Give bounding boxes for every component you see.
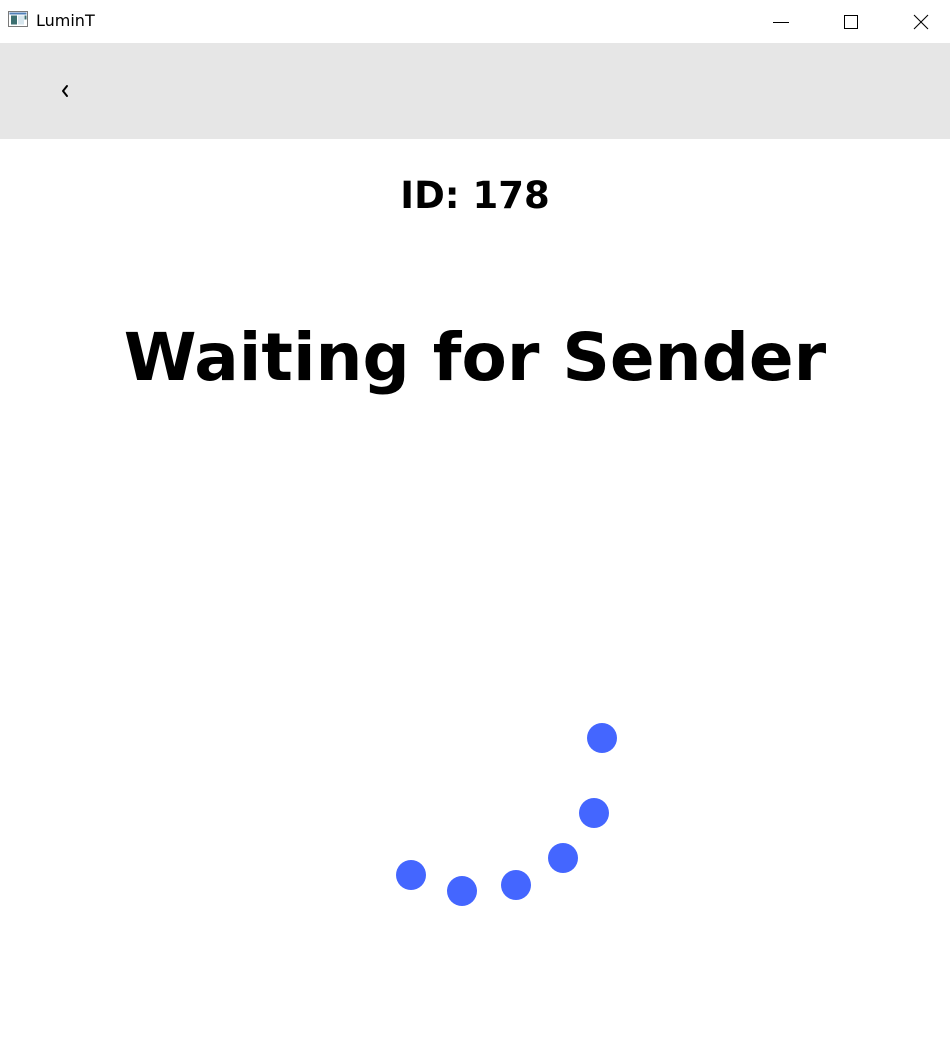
- back-button[interactable]: [50, 73, 80, 109]
- spinner-dot: [447, 876, 477, 906]
- session-id-label: ID: 178: [400, 174, 550, 217]
- spinner-dot: [396, 860, 426, 890]
- chevron-left-icon: [62, 85, 68, 97]
- app-window-icon: [8, 11, 28, 27]
- spinner-dot: [548, 843, 578, 873]
- loading-spinner-icon: [0, 0, 950, 1063]
- minimize-button[interactable]: [758, 0, 804, 43]
- spinner-dot: [587, 723, 617, 753]
- close-icon: [913, 14, 929, 29]
- close-button[interactable]: [898, 0, 944, 43]
- title-bar: LuminT: [0, 0, 950, 43]
- window-title: LuminT: [36, 11, 95, 30]
- spinner-dot: [579, 798, 609, 828]
- maximize-button[interactable]: [828, 0, 874, 43]
- toolbar: [0, 43, 950, 139]
- minimize-icon: [773, 21, 789, 23]
- app-window: LuminT ID: 178 Waiting for Sender: [0, 0, 950, 1063]
- status-heading: Waiting for Sender: [123, 319, 827, 396]
- spinner-dot: [501, 870, 531, 900]
- maximize-icon: [844, 14, 858, 29]
